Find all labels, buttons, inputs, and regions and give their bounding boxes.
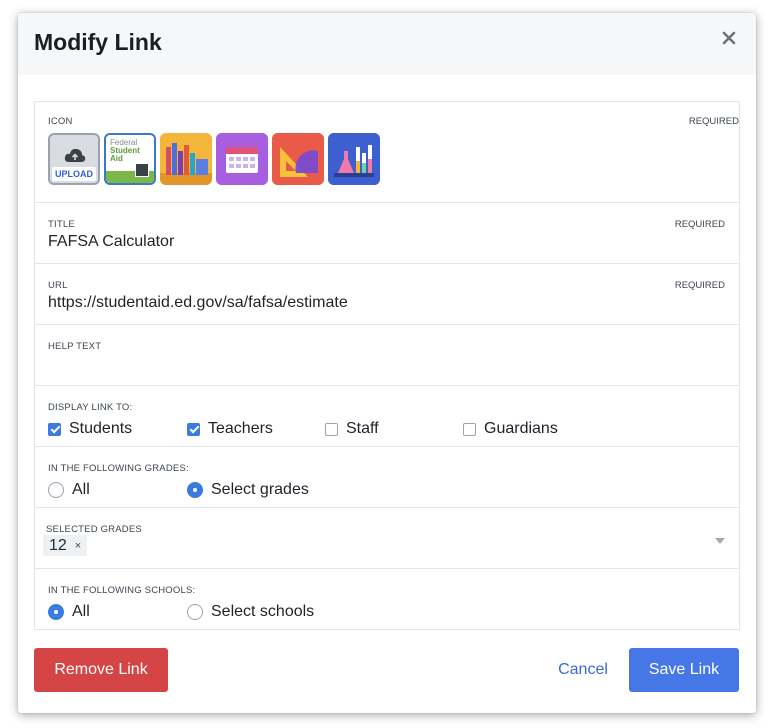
save-link-button[interactable]: Save Link (629, 648, 739, 692)
guardians-checkbox[interactable]: Guardians (463, 420, 558, 438)
cancel-button[interactable]: Cancel (541, 648, 625, 692)
icon-picker: UPLOAD Federal Student Aid (48, 133, 380, 185)
selected-grades-field[interactable]: SELECTED GRADES 12 × (35, 508, 739, 569)
link-form: ICON REQUIRED UPLOAD Federal Student Aid (34, 101, 740, 630)
grades-all-radio[interactable]: All (48, 481, 90, 499)
required-label: REQUIRED (674, 280, 725, 291)
checkbox-checked-icon (48, 422, 61, 436)
teachers-checkbox[interactable]: Teachers (187, 420, 273, 438)
schools-field: IN THE FOLLOWING SCHOOLS: All Select sch… (35, 569, 739, 629)
books-graphic (160, 143, 212, 185)
lab-equipment-icon[interactable] (328, 133, 380, 185)
radio-selected-icon (48, 604, 64, 620)
select-grades-label: Select grades (211, 481, 309, 498)
url-label: URL (48, 280, 68, 291)
url-input[interactable]: https://studentaid.ed.gov/sa/fafsa/estim… (48, 294, 348, 312)
fsa-badge (135, 163, 149, 177)
schools-all-radio[interactable]: All (48, 603, 90, 621)
title-label: TITLE (48, 219, 75, 230)
select-schools-radio[interactable]: Select schools (187, 603, 314, 621)
checkbox-unchecked-icon (463, 422, 476, 436)
select-schools-label: Select schools (211, 603, 315, 620)
federal-student-aid-icon[interactable]: Federal Student Aid (104, 133, 156, 185)
select-grades-radio[interactable]: Select grades (187, 481, 309, 499)
display-link-field: DISPLAY LINK TO: Students Teachers Staff… (35, 386, 739, 447)
title-input[interactable]: FAFSA Calculator (48, 233, 174, 251)
students-label: Students (69, 420, 133, 437)
radio-unselected-icon (187, 604, 203, 620)
display-link-label: DISPLAY LINK TO: (48, 402, 133, 413)
geometry-graphic (272, 133, 324, 185)
fsa-logo-text: Federal Student Aid (110, 139, 140, 163)
lab-graphic (328, 133, 380, 185)
teachers-label: Teachers (208, 420, 273, 437)
upload-icon-button[interactable]: UPLOAD (48, 133, 100, 185)
close-icon[interactable] (722, 31, 736, 45)
fsa-line-3: Aid (110, 154, 123, 163)
icon-field: ICON REQUIRED UPLOAD Federal Student Aid (35, 102, 739, 203)
radio-selected-icon (187, 482, 203, 498)
radio-unselected-icon (48, 482, 64, 498)
modify-link-dialog: Modify Link ICON REQUIRED UPLOAD Federal… (18, 13, 756, 713)
remove-chip-icon[interactable]: × (75, 540, 81, 552)
required-label: REQUIRED (688, 116, 739, 127)
grade-chip-label: 12 (49, 536, 67, 554)
dialog-title: Modify Link (34, 29, 162, 55)
cloud-upload-icon (64, 148, 86, 162)
grades-field: IN THE FOLLOWING GRADES: All Select grad… (35, 447, 739, 508)
chevron-down-icon[interactable] (715, 538, 725, 544)
selected-grades-label: SELECTED GRADES (46, 524, 142, 535)
url-field[interactable]: URL REQUIRED https://studentaid.ed.gov/s… (35, 264, 739, 325)
help-text-label: HELP TEXT (48, 341, 102, 352)
geometry-icon[interactable] (272, 133, 324, 185)
grade-chip: 12 × (43, 535, 88, 556)
calendar-icon[interactable] (216, 133, 268, 185)
title-field[interactable]: TITLE REQUIRED FAFSA Calculator (35, 203, 739, 264)
calendar-graphic (216, 133, 268, 185)
grades-label: IN THE FOLLOWING GRADES: (48, 463, 189, 474)
icon-label: ICON (48, 116, 73, 127)
help-text-field[interactable]: HELP TEXT (35, 325, 739, 386)
dialog-header: Modify Link (18, 13, 756, 75)
staff-label: Staff (346, 420, 379, 437)
checkbox-checked-icon (187, 422, 200, 436)
remove-link-button[interactable]: Remove Link (34, 648, 168, 692)
schools-label: IN THE FOLLOWING SCHOOLS: (48, 585, 196, 596)
students-checkbox[interactable]: Students (48, 420, 132, 438)
guardians-label: Guardians (484, 420, 558, 437)
schools-all-label: All (72, 603, 90, 620)
upload-label: UPLOAD (52, 167, 96, 181)
required-label: REQUIRED (674, 219, 725, 230)
checkbox-unchecked-icon (325, 422, 338, 436)
books-icon[interactable] (160, 133, 212, 185)
grades-all-label: All (72, 481, 90, 498)
staff-checkbox[interactable]: Staff (325, 420, 379, 438)
